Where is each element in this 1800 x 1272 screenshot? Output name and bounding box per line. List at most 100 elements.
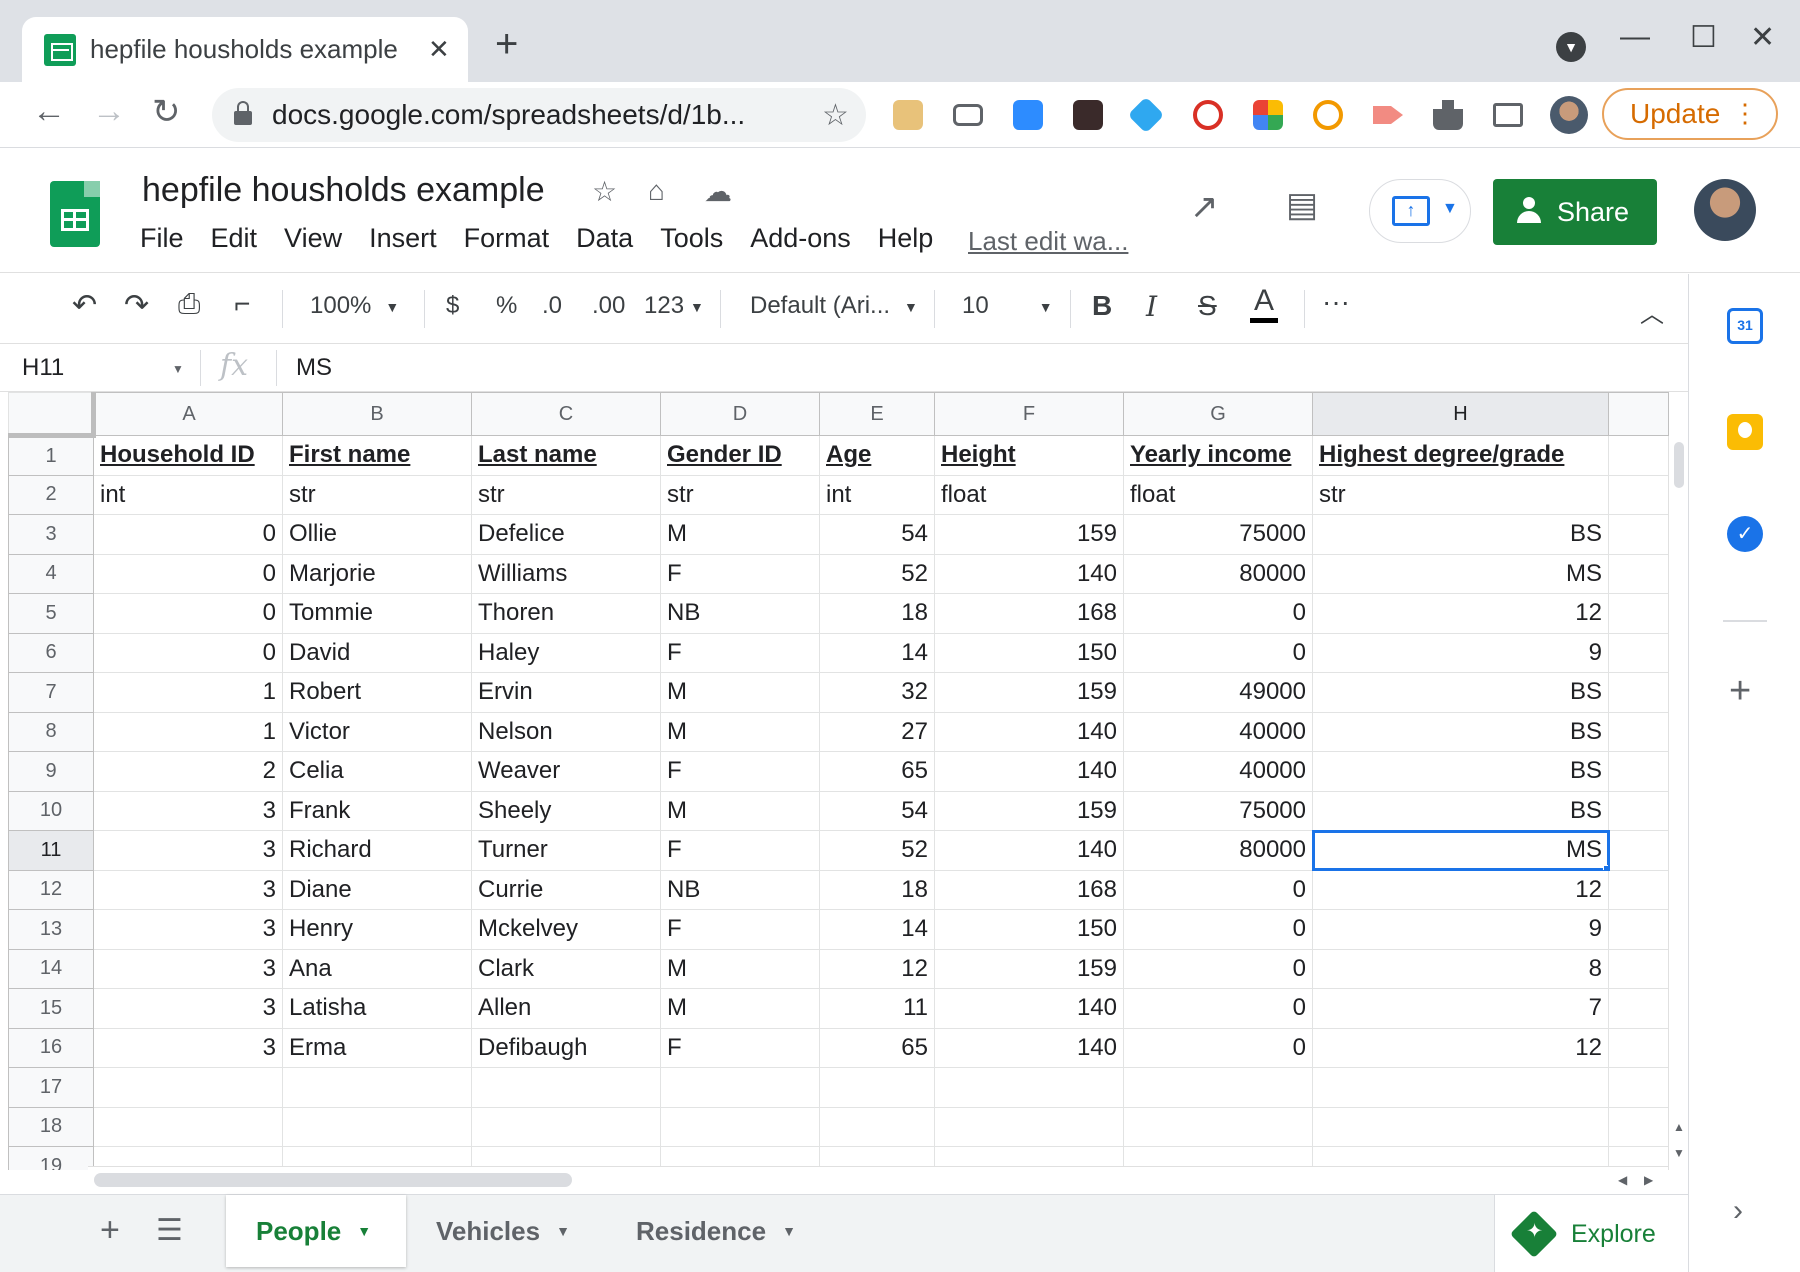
cell[interactable] [1608, 869, 1669, 910]
cell[interactable]: 75000 [1123, 514, 1313, 555]
cell[interactable]: NB [660, 593, 820, 634]
column-header[interactable]: F [934, 392, 1124, 436]
cell[interactable]: NB [660, 869, 820, 910]
more-options-button[interactable]: ··· [1322, 286, 1350, 318]
cell[interactable]: M [660, 711, 820, 752]
browser-tab[interactable]: hepfile housholds example ✕ [22, 17, 468, 82]
row-header[interactable]: 11 [8, 830, 94, 871]
row-header[interactable]: 16 [8, 1027, 94, 1068]
cell[interactable]: Sheely [471, 790, 661, 831]
row-header[interactable]: 12 [8, 869, 94, 910]
horizontal-scrollbar[interactable]: ◀ ▶ [88, 1166, 1668, 1194]
row-header[interactable]: 14 [8, 948, 94, 989]
cell[interactable] [1312, 1106, 1609, 1147]
cell[interactable]: Ollie [282, 514, 472, 555]
cell[interactable]: Last name [471, 435, 661, 476]
collapse-toolbar-icon[interactable]: ︿ [1640, 294, 1664, 329]
cell[interactable]: 65 [819, 751, 935, 792]
cell[interactable] [471, 1106, 661, 1147]
kebab-menu-icon[interactable]: ⋮ [1732, 98, 1758, 129]
keep-icon[interactable] [1727, 414, 1763, 450]
cell[interactable]: First name [282, 435, 472, 476]
cell[interactable]: 11 [819, 988, 935, 1029]
cell[interactable] [1608, 435, 1669, 476]
cell[interactable]: 3 [93, 790, 283, 831]
address-bar[interactable]: docs.google.com/spreadsheets/d/1b... ☆ [212, 88, 866, 142]
cell[interactable]: 0 [93, 593, 283, 634]
cell[interactable]: 80000 [1123, 553, 1313, 594]
cell[interactable]: 8 [1312, 948, 1609, 989]
fill-handle[interactable] [1603, 864, 1608, 870]
sheet-tab-residence[interactable]: Residence ▼ [606, 1195, 826, 1267]
column-header[interactable]: D [660, 392, 820, 436]
cell[interactable]: Household ID [93, 435, 283, 476]
url-text[interactable]: docs.google.com/spreadsheets/d/1b... [272, 99, 812, 131]
formula-input[interactable]: MS [296, 354, 332, 382]
cell[interactable]: 18 [819, 869, 935, 910]
cell[interactable]: Ana [282, 948, 472, 989]
cell[interactable] [660, 1067, 820, 1108]
cell[interactable] [1312, 1067, 1609, 1108]
column-header[interactable]: E [819, 392, 935, 436]
scroll-right-icon[interactable]: ▶ [1644, 1173, 1653, 1187]
new-tab-button[interactable]: + [495, 22, 518, 67]
increase-decimal-button[interactable]: .00 [592, 292, 625, 320]
chevron-down-icon[interactable]: ▼ [357, 1223, 371, 1239]
cell[interactable]: Thoren [471, 593, 661, 634]
cell[interactable]: Erma [282, 1027, 472, 1068]
menu-help[interactable]: Help [878, 223, 934, 254]
cell[interactable] [819, 1067, 935, 1108]
cell[interactable]: float [1123, 474, 1313, 515]
row-header[interactable]: 4 [8, 553, 94, 594]
scroll-left-icon[interactable]: ◀ [1618, 1173, 1627, 1187]
forward-icon[interactable]: → [92, 92, 126, 131]
vertical-scrollbar[interactable]: ▲ ▼ [1668, 438, 1686, 1170]
share-button[interactable]: Share [1493, 179, 1657, 245]
cell[interactable]: Ervin [471, 672, 661, 713]
cell[interactable]: 14 [819, 909, 935, 950]
cell[interactable]: 40000 [1123, 751, 1313, 792]
row-header[interactable]: 6 [8, 632, 94, 673]
cell[interactable]: BS [1312, 672, 1609, 713]
row-header[interactable]: 8 [8, 711, 94, 752]
scroll-down-icon[interactable]: ▼ [1673, 1146, 1685, 1160]
cast-icon[interactable] [1493, 103, 1523, 127]
column-header[interactable]: H [1312, 392, 1609, 436]
cell[interactable] [1608, 909, 1669, 950]
cell[interactable]: 80000 [1123, 830, 1313, 871]
menu-file[interactable]: File [140, 223, 184, 254]
cell[interactable]: 12 [1312, 1027, 1609, 1068]
cell[interactable]: 52 [819, 553, 935, 594]
row-header[interactable]: 2 [8, 474, 94, 515]
cell[interactable]: 1 [93, 711, 283, 752]
cell[interactable]: Marjorie [282, 553, 472, 594]
cell[interactable] [1608, 1027, 1669, 1068]
cell[interactable]: 159 [934, 672, 1124, 713]
row-header[interactable]: 13 [8, 909, 94, 950]
sheet-tab-vehicles[interactable]: Vehicles ▼ [406, 1195, 602, 1267]
cell[interactable]: Currie [471, 869, 661, 910]
tasks-icon[interactable]: ✓ [1727, 516, 1763, 552]
cell[interactable] [1608, 553, 1669, 594]
reload-icon[interactable]: ↻ [152, 92, 181, 132]
row-header[interactable]: 3 [8, 514, 94, 555]
cell[interactable]: 0 [1123, 988, 1313, 1029]
cell[interactable]: 0 [93, 553, 283, 594]
cell[interactable]: Haley [471, 632, 661, 673]
cell[interactable] [1608, 672, 1669, 713]
cell[interactable]: 27 [819, 711, 935, 752]
add-addon-icon[interactable]: + [1729, 670, 1751, 713]
cell[interactable] [819, 1106, 935, 1147]
cell[interactable] [93, 1067, 283, 1108]
cell[interactable]: 3 [93, 948, 283, 989]
row-header[interactable]: 17 [8, 1067, 94, 1108]
maximize-button[interactable]: ☐ [1690, 20, 1717, 55]
cell[interactable]: Robert [282, 672, 472, 713]
last-edit-link[interactable]: Last edit wa... [968, 226, 1128, 257]
star-icon[interactable]: ☆ [592, 175, 617, 208]
menu-data[interactable]: Data [576, 223, 633, 254]
cell[interactable]: 140 [934, 830, 1124, 871]
cell[interactable]: F [660, 751, 820, 792]
cell[interactable]: Turner [471, 830, 661, 871]
text-color-button[interactable]: A [1250, 284, 1279, 323]
